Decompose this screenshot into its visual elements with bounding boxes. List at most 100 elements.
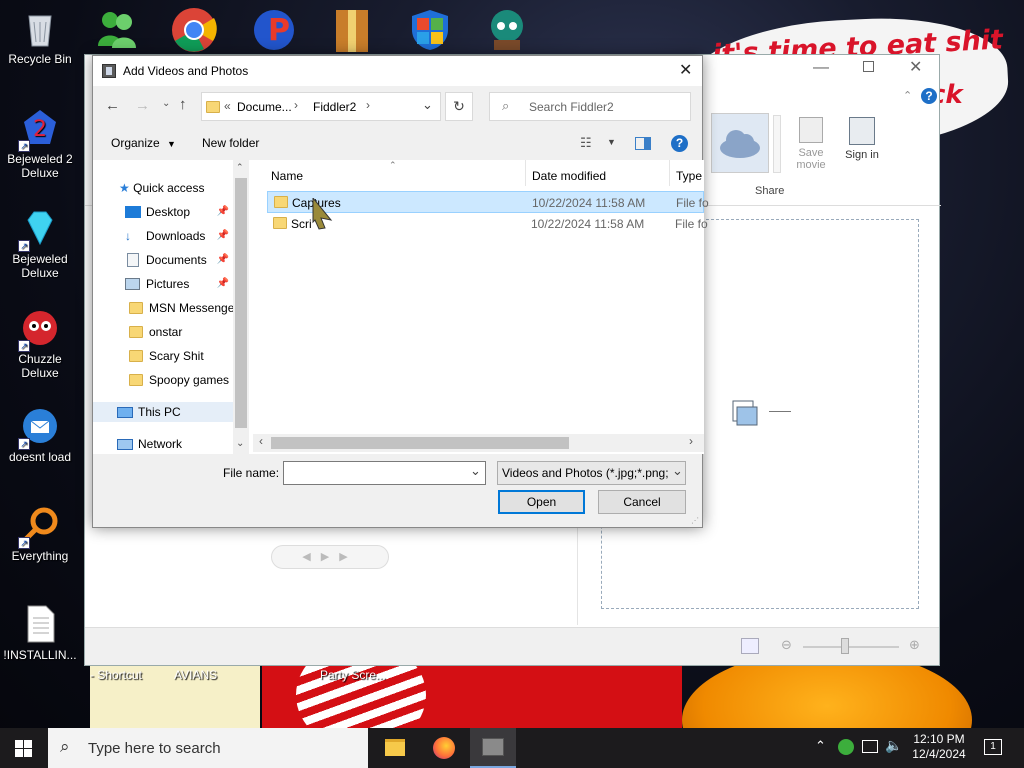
scroll-down-icon[interactable]: ⌄ [236, 438, 244, 449]
desktop-icon-doesnt-load[interactable]: ↗ doesnt load [0, 406, 80, 464]
ribbon-collapse-icon[interactable]: ⌃ [903, 89, 912, 102]
msn-messenger-icon[interactable] [94, 6, 140, 52]
resize-grip-icon[interactable]: ⋰ [691, 516, 699, 525]
nav-item-pictures[interactable]: Pictures 📌 [125, 274, 229, 294]
archive-icon[interactable] [334, 6, 370, 54]
column-divider[interactable] [669, 160, 670, 186]
nav-scrollbar-thumb[interactable] [235, 178, 247, 428]
refresh-icon[interactable]: ↻ [445, 92, 473, 121]
taskbar-movie-maker[interactable] [470, 728, 516, 768]
save-movie-button[interactable]: Save movie [791, 117, 831, 185]
up-arrow-icon[interactable]: ↑ [179, 96, 187, 113]
scroll-right-icon[interactable]: › [689, 434, 693, 448]
nav-item-onstar[interactable]: onstar [129, 322, 182, 342]
file-list-hscrollbar[interactable]: ‹ › [253, 434, 704, 452]
desktop-icon-bejeweled[interactable]: ↗ Bejeweled Deluxe [0, 208, 80, 280]
organize-dropdown-icon: ▼ [167, 139, 176, 149]
notification-icon[interactable]: 1 [984, 739, 1002, 755]
view-options-icon[interactable]: ☷ [580, 135, 592, 151]
nav-item-documents[interactable]: Documents 📌 [125, 250, 229, 270]
thumbnail-size-icon[interactable] [741, 638, 759, 654]
organize-button[interactable]: Organize ▼ [111, 136, 176, 150]
breadcrumb-overflow[interactable]: « [224, 99, 231, 113]
sign-in-button[interactable]: Sign in [841, 117, 883, 185]
windows-security-icon[interactable] [408, 8, 452, 52]
desktop-icon-everything[interactable]: ↗ Everything [0, 505, 80, 563]
column-type[interactable]: Type [676, 169, 702, 183]
scroll-up-icon[interactable]: ⌃ [236, 162, 244, 173]
nav-item-spoopy-games[interactable]: Spoopy games [129, 370, 229, 390]
dialog-titlebar: Add Videos and Photos ✕ [93, 56, 702, 86]
nav-item-label: Pictures [146, 277, 190, 291]
firefox-icon[interactable] [433, 737, 455, 759]
gallery-scroll[interactable] [773, 115, 781, 173]
minimize-icon[interactable]: — [813, 59, 829, 77]
volume-icon[interactable]: 🔈 [885, 737, 902, 754]
column-date-modified[interactable]: Date modified [532, 169, 606, 183]
breadcrumb-documents[interactable]: Docume... [237, 100, 292, 114]
address-bar[interactable]: « Docume... › Fiddler2 › ⌄ [201, 92, 441, 121]
help-icon[interactable]: ? [671, 135, 688, 152]
nav-scrollbar[interactable]: ⌃ ⌄ [233, 160, 249, 454]
clock[interactable]: 12:10 PM 12/4/2024 [908, 732, 970, 762]
nav-item-label: Spoopy games [149, 373, 230, 387]
nav-this-pc[interactable]: This PC [93, 402, 233, 422]
p-app-icon[interactable]: P [248, 6, 296, 54]
recent-locations-chevron-icon[interactable]: ⌄ [162, 98, 170, 109]
search-box[interactable]: ⌕ Search Fiddler2 [489, 92, 691, 121]
maximize-icon[interactable] [863, 61, 874, 72]
open-button[interactable]: Open [498, 490, 585, 514]
file-name-dropdown-icon[interactable]: ⌄ [470, 463, 481, 479]
playback-controls[interactable]: ◀▶▶ [271, 545, 389, 569]
nav-item-downloads[interactable]: ↓ Downloads 📌 [125, 226, 229, 246]
chrome-icon[interactable] [170, 6, 218, 54]
nav-network[interactable]: Network [117, 434, 182, 454]
hscrollbar-thumb[interactable] [271, 437, 569, 449]
cancel-button[interactable]: Cancel [598, 490, 686, 514]
new-folder-button[interactable]: New folder [202, 136, 259, 150]
file-type-dropdown-icon[interactable]: ⌄ [672, 463, 683, 479]
scroll-left-icon[interactable]: ‹ [259, 434, 263, 448]
desktop-icon-recycle-bin[interactable]: Recycle Bin [0, 8, 80, 66]
forward-arrow-icon[interactable]: → [135, 97, 150, 114]
close-icon[interactable]: ✕ [909, 57, 922, 77]
start-windows-icon[interactable] [15, 740, 32, 757]
desktop-icon-chuzzle[interactable]: ↗ Chuzzle Deluxe [0, 308, 80, 380]
zoom-out-icon[interactable]: ⊖ [781, 637, 792, 653]
taskbar-search-box[interactable]: ⌕ Type here to search [48, 728, 368, 768]
desktop-icon-installing[interactable]: !INSTALLIN... [0, 604, 80, 662]
desktop-icon-bejeweled-2[interactable]: 2 ↗ Bejeweled 2 Deluxe [0, 108, 80, 180]
zoom-slider-thumb[interactable] [841, 638, 849, 654]
file-name-input[interactable] [286, 464, 466, 482]
search-icon: ⌕ [502, 98, 510, 113]
desktop-icon-label: Everything [11, 549, 69, 563]
nav-item-label: Desktop [146, 205, 191, 219]
character-game-icon[interactable] [484, 6, 530, 52]
tray-overflow-icon[interactable]: ⌃ [815, 738, 826, 754]
zoom-slider[interactable] [803, 646, 899, 648]
dialog-close-icon[interactable]: ✕ [679, 60, 692, 80]
view-dropdown-icon[interactable]: ▼ [607, 137, 616, 147]
taskbar-search-placeholder: Type here to search [88, 740, 221, 757]
onedrive-cloud-icon[interactable] [711, 113, 769, 173]
tray-messenger-icon[interactable] [838, 739, 854, 755]
file-type: File fo [676, 196, 709, 210]
help-icon[interactable]: ? [921, 88, 937, 104]
pin-icon: 📌 [216, 230, 229, 241]
breadcrumb-fiddler2[interactable]: Fiddler2 [313, 100, 356, 114]
clock-time: 12:10 PM [913, 732, 965, 746]
nav-item-scary-shit[interactable]: Scary Shit [129, 346, 204, 366]
network-icon[interactable] [862, 740, 878, 753]
nav-item-desktop[interactable]: Desktop 📌 [125, 202, 229, 222]
column-name[interactable]: Name [271, 169, 303, 183]
column-divider[interactable] [525, 160, 526, 186]
preview-pane-icon[interactable] [635, 137, 651, 150]
address-dropdown-icon[interactable]: ⌄ [422, 97, 433, 113]
file-name-combo[interactable]: ⌄ [283, 461, 486, 485]
zoom-in-icon[interactable]: ⊕ [909, 637, 920, 653]
nav-quick-access[interactable]: ★ Quick access [119, 178, 204, 198]
file-type-filter[interactable]: Videos and Photos (*.jpg;*.png; ⌄ [497, 461, 686, 485]
nav-item-msn-messenger[interactable]: MSN Messenger [129, 298, 238, 318]
file-explorer-icon[interactable] [385, 739, 405, 756]
back-arrow-icon[interactable]: ← [105, 97, 120, 114]
